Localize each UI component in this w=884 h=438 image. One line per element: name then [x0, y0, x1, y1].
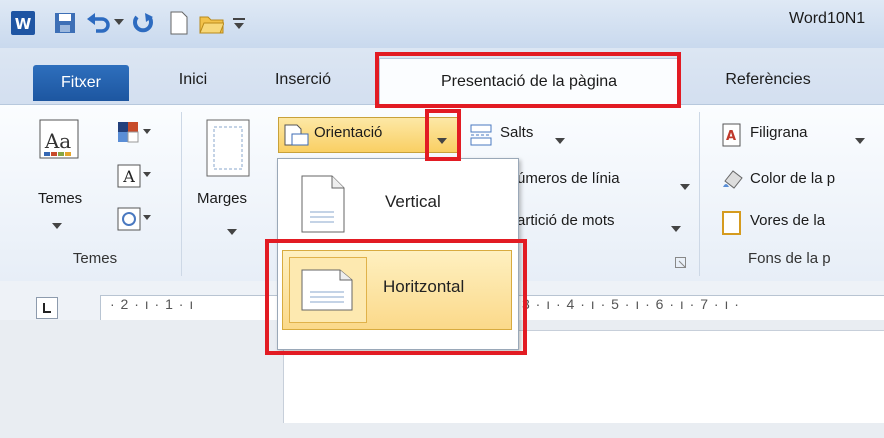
theme-effects-icon[interactable]	[116, 206, 152, 238]
undo-icon[interactable]	[86, 10, 112, 36]
chevron-down-icon[interactable]	[52, 216, 62, 233]
chevron-down-icon[interactable]	[112, 10, 126, 36]
hyphenation-label[interactable]: artició de mots	[517, 212, 615, 229]
themes-group-label: Temes	[72, 250, 118, 267]
breaks-label[interactable]: Salts	[500, 124, 533, 141]
tab-home[interactable]: Inici	[163, 62, 223, 98]
page-borders-icon[interactable]	[721, 211, 743, 239]
theme-colors-icon[interactable]	[116, 120, 152, 152]
tab-references[interactable]: Referències	[708, 62, 828, 98]
group-divider	[181, 112, 182, 276]
tab-page-layout[interactable]: Presentació de la pàgina	[379, 58, 679, 105]
redo-icon[interactable]	[130, 10, 156, 36]
ruler-right-marks: 3 · ı · 4 · ı · 5 · ı · 6 · ı · 7 · ı ·	[522, 296, 740, 312]
new-document-icon[interactable]	[166, 10, 192, 36]
save-icon[interactable]	[52, 10, 78, 36]
dialog-launcher-icon[interactable]	[675, 256, 687, 273]
svg-text:A: A	[122, 167, 135, 186]
svg-text:Aa: Aa	[44, 129, 71, 153]
tab-insert[interactable]: Inserció	[258, 62, 348, 98]
svg-text:A: A	[726, 129, 736, 144]
line-numbers-label[interactable]: úmeros de línia	[517, 170, 620, 187]
margins-icon[interactable]	[205, 118, 251, 182]
tab-selector-icon[interactable]	[36, 297, 58, 319]
breaks-icon[interactable]	[469, 123, 495, 151]
chevron-down-icon[interactable]	[437, 131, 447, 148]
themes-button-label[interactable]: Temes	[38, 190, 82, 207]
chevron-down-icon[interactable]	[555, 131, 565, 148]
word-logo-icon[interactable]: W	[10, 10, 36, 36]
chevron-down-icon[interactable]	[855, 131, 865, 148]
tab-file[interactable]: Fitxer	[33, 65, 129, 101]
horizontal-label: Horitzontal	[383, 277, 465, 296]
orientation-label[interactable]: Orientació	[314, 124, 382, 141]
title-bar: W Word10N1	[0, 0, 884, 48]
menu-item-horizontal[interactable]: Horitzontal	[282, 250, 512, 330]
themes-icon[interactable]: Aa	[38, 118, 86, 188]
page-background-group-label: Fons de la p	[748, 250, 831, 267]
chevron-down-icon[interactable]	[671, 219, 681, 236]
watermark-icon[interactable]: A	[721, 123, 743, 151]
page-color-label[interactable]: Color de la p	[750, 170, 835, 187]
group-divider	[699, 112, 700, 276]
chevron-down-icon[interactable]	[227, 222, 237, 239]
open-folder-icon[interactable]	[198, 10, 224, 36]
page-color-icon[interactable]	[721, 167, 747, 195]
landscape-page-icon	[289, 257, 367, 323]
theme-fonts-icon[interactable]: A	[116, 163, 152, 195]
margins-label[interactable]: Marges	[197, 190, 247, 207]
orientation-icon	[283, 123, 309, 151]
customize-qat-icon[interactable]	[232, 10, 246, 36]
svg-text:W: W	[15, 15, 32, 33]
ruler-left-marks: · 2 · ı · 1 · ı	[110, 296, 195, 312]
portrait-page-icon	[300, 174, 346, 238]
chevron-down-icon[interactable]	[680, 177, 690, 194]
vertical-label: Vertical	[385, 192, 441, 211]
window-title: Word10N1	[789, 10, 866, 27]
menu-item-vertical[interactable]: Vertical	[278, 166, 516, 246]
watermark-label[interactable]: Filigrana	[750, 124, 808, 141]
page-borders-label[interactable]: Vores de la	[750, 212, 825, 229]
